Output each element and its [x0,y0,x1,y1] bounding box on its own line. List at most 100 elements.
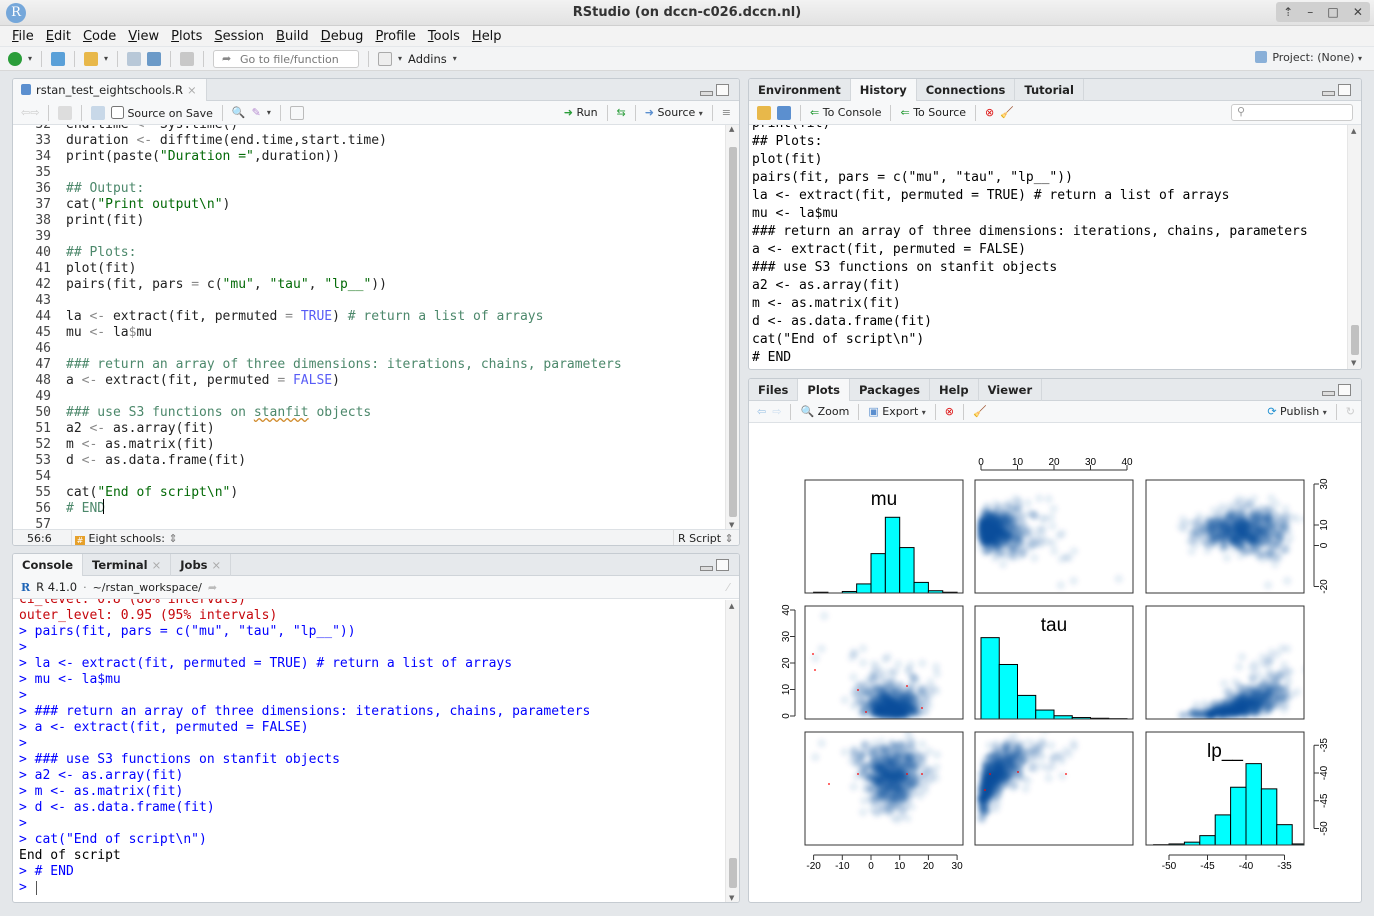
history-entry[interactable]: cat("End of script\n") [752,331,1308,349]
to-console-button[interactable]: ⇐ To Console [810,106,881,119]
minimize-pane-icon[interactable] [700,91,713,96]
file-type-selector[interactable]: R Script ⇕ [678,532,734,545]
history-entry[interactable]: m <- as.matrix(fit) [752,295,1308,313]
maximize-pane-icon[interactable] [716,84,729,96]
menu-plots[interactable]: Plots [165,26,208,46]
print-icon[interactable] [180,51,195,66]
history-entry[interactable]: # END [752,349,1308,367]
history-search-input[interactable]: ⚲ [1231,104,1353,121]
compile-report-icon[interactable] [289,105,304,120]
tab-environment[interactable]: Environment [749,79,851,101]
menu-session[interactable]: Session [208,26,270,46]
chevron-down-icon[interactable]: ▾ [28,54,32,63]
source-button[interactable]: ➜ Source ▾ [645,106,703,119]
section-navigator[interactable]: # Eight schools: ⇕ [75,532,178,545]
history-entry[interactable]: a2 <- as.array(fit) [752,277,1308,295]
project-menu[interactable]: Project: (None) ▾ [1255,51,1362,64]
tab-terminal[interactable]: Terminal × [83,554,172,576]
minimize-icon[interactable]: – [1307,5,1313,19]
code-editor[interactable]: 32end.time <- Sys.time()33duration <- di… [13,125,727,529]
history-entry[interactable]: ### return an array of three dimensions:… [752,223,1308,241]
history-scrollbar[interactable]: ▲ ▼ [1347,125,1361,369]
history-entry[interactable]: print(fit) [752,125,1308,133]
menu-build[interactable]: Build [270,26,315,46]
history-entry[interactable]: la <- extract(fit, permuted = TRUE) # re… [752,187,1308,205]
working-directory[interactable]: ~/rstan_workspace/ [93,581,202,594]
go-to-file-input[interactable]: ➦ Go to file/function [213,49,360,68]
tab-plots[interactable]: Plots [798,379,851,401]
remove-plot-icon[interactable]: ⊗ [945,405,954,418]
remove-entry-icon[interactable]: ⊗ [985,106,994,119]
tab-rstan-test-eightschools[interactable]: rstan_test_eightschools.R × [13,79,207,101]
close-tab-icon[interactable]: × [187,83,197,97]
history-entry[interactable]: mu <- la$mu [752,205,1308,223]
show-in-window-icon[interactable] [58,105,73,120]
save-icon[interactable] [91,105,106,120]
tab-connections[interactable]: Connections [917,79,1016,101]
chevron-down-icon[interactable]: ▾ [453,54,457,63]
chevron-down-icon[interactable]: ▾ [398,54,402,63]
minimize-pane-icon[interactable] [1322,391,1335,396]
run-button[interactable]: ➜ Run [564,106,598,119]
history-entry[interactable]: pairs(fit, pars = c("mu", "tau", "lp__")… [752,169,1308,187]
menu-view[interactable]: View [122,26,165,46]
save-icon[interactable] [127,51,142,66]
load-history-icon[interactable] [757,105,771,120]
tab-tutorial[interactable]: Tutorial [1015,79,1084,101]
tab-console[interactable]: Console [13,554,84,576]
to-source-button[interactable]: ⇐ To Source [900,106,966,119]
shade-icon[interactable]: ⇡ [1283,5,1293,19]
back-icon[interactable]: ⇦⇨ [21,106,39,119]
close-tab-icon[interactable]: × [212,558,222,572]
history-entry[interactable]: d <- as.data.frame(fit) [752,313,1308,331]
chevron-down-icon[interactable]: ▾ [104,54,108,63]
next-plot-icon[interactable]: ⇨ [772,405,781,418]
maximize-pane-icon[interactable] [716,559,729,571]
save-all-icon[interactable] [147,51,162,66]
console-scrollbar[interactable]: ▲ ▼ [725,600,739,902]
history-entry[interactable]: plot(fit) [752,151,1308,169]
menu-code[interactable]: Code [77,26,122,46]
publish-button[interactable]: ⟳ Publish ▾ [1267,405,1326,418]
source-on-save-checkbox[interactable]: Source on Save [111,105,213,120]
export-button[interactable]: ▣ Export ▾ [868,405,925,418]
previous-plot-icon[interactable]: ⇦ [757,405,766,418]
console-output[interactable]: ci_level: 0.8 (80% intervals) outer_level… [19,599,719,902]
clear-plots-broom-icon[interactable]: 🧹 [973,405,987,418]
tab-history[interactable]: History [850,79,917,101]
pane-layout-icon[interactable] [378,51,393,66]
addins-menu[interactable]: Addins [408,52,447,66]
menu-tools[interactable]: Tools [422,26,466,46]
maximize-pane-icon[interactable] [1338,384,1351,396]
history-entry[interactable]: a <- extract(fit, permuted = FALSE) [752,241,1308,259]
magic-wand-icon[interactable]: ✎ [252,106,261,119]
minimize-pane-icon[interactable] [700,566,713,571]
new-project-icon[interactable] [51,51,66,66]
go-to-directory-icon[interactable]: ➦ [208,581,217,594]
history-list[interactable]: print(fit)## Plots:plot(fit)pairs(fit, p… [752,125,1346,369]
menu-debug[interactable]: Debug [315,26,370,46]
menu-help[interactable]: Help [466,26,508,46]
tab-jobs[interactable]: Jobs × [171,554,232,576]
menu-edit[interactable]: Edit [40,26,77,46]
search-icon[interactable]: 🔍 [232,106,246,119]
maximize-icon[interactable]: □ [1327,5,1338,19]
history-entry[interactable]: ### use S3 functions on stanfit objects [752,259,1308,277]
refresh-icon[interactable]: ↻ [1346,405,1355,418]
clear-history-broom-icon[interactable]: 🧹 [1000,106,1014,119]
new-file-icon[interactable] [8,51,22,66]
history-entry[interactable]: ## Plots: [752,133,1308,151]
open-file-icon[interactable] [84,51,99,66]
close-icon[interactable]: ✕ [1353,5,1363,19]
clear-console-icon[interactable]: ⁄ [727,581,729,594]
tab-files[interactable]: Files [749,379,799,401]
tab-help[interactable]: Help [930,379,979,401]
tab-packages[interactable]: Packages [850,379,930,401]
rerun-icon[interactable]: ⇆ [617,106,626,119]
minimize-pane-icon[interactable] [1322,91,1335,96]
maximize-pane-icon[interactable] [1338,84,1351,96]
zoom-button[interactable]: 🔍 Zoom [800,405,849,418]
close-tab-icon[interactable]: × [152,558,162,572]
outline-icon[interactable]: ≡ [722,106,731,119]
menu-profile[interactable]: Profile [369,26,421,46]
